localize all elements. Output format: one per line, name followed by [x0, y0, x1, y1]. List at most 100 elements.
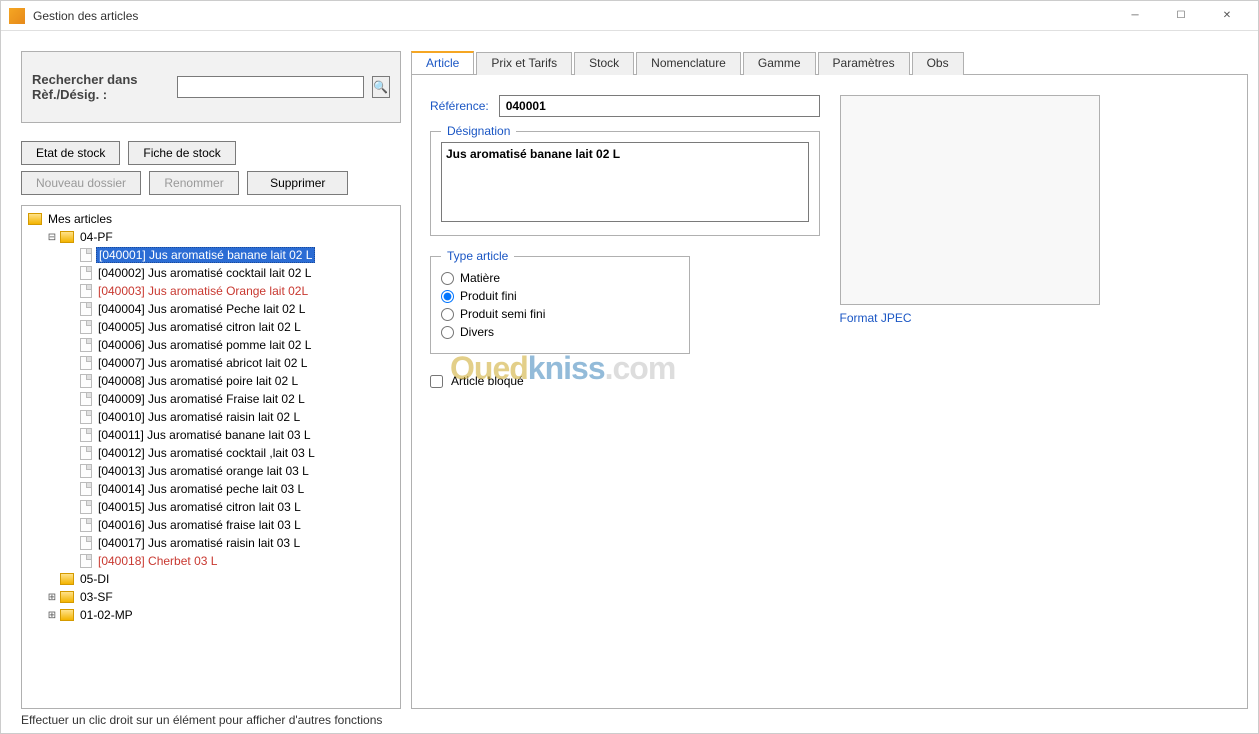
tree-node[interactable]: [040006] Jus aromatisé pomme lait 02 L [24, 336, 398, 354]
type-option-row: Divers [441, 325, 679, 339]
folder-icon [60, 609, 74, 621]
tab-obs[interactable]: Obs [912, 52, 964, 75]
reference-label: Référence: [430, 99, 489, 113]
etat-stock-button[interactable]: Etat de stock [21, 141, 120, 165]
tab-prix-et-tarifs[interactable]: Prix et Tarifs [476, 52, 572, 75]
tree-node[interactable]: [040011] Jus aromatisé banane lait 03 L [24, 426, 398, 444]
tree-node[interactable]: [040016] Jus aromatisé fraise lait 03 L [24, 516, 398, 534]
tree-node[interactable]: [040008] Jus aromatisé poire lait 02 L [24, 372, 398, 390]
tree-node[interactable]: Mes articles [24, 210, 398, 228]
tree-node[interactable]: [040004] Jus aromatisé Peche lait 02 L [24, 300, 398, 318]
tree-item-label: [040014] Jus aromatisé peche lait 03 L [96, 482, 306, 496]
tree-node[interactable]: ⊞ 01-02-MP [24, 606, 398, 624]
file-icon [80, 536, 92, 550]
tree-node[interactable]: [040005] Jus aromatisé citron lait 02 L [24, 318, 398, 336]
tree-node[interactable]: [040015] Jus aromatisé citron lait 03 L [24, 498, 398, 516]
file-icon [80, 482, 92, 496]
tree-item-label: [040002] Jus aromatisé cocktail lait 02 … [96, 266, 313, 280]
folder-icon [60, 231, 74, 243]
article-tree[interactable]: Mes articles ⊟ 04-PF [040001] Jus aromatisé… [21, 205, 401, 709]
type-option-label: Produit semi fini [460, 307, 545, 321]
search-input[interactable] [177, 76, 364, 98]
form-right: Format JPEC [840, 95, 1230, 688]
tab-gamme[interactable]: Gamme [743, 52, 816, 75]
supprimer-button[interactable]: Supprimer [247, 171, 348, 195]
tree-toggle[interactable]: ⊟ [46, 232, 58, 243]
file-icon [80, 554, 92, 568]
tree-folder-label: 01-02-MP [78, 608, 135, 622]
close-button[interactable]: ✕ [1204, 1, 1250, 31]
tabs-bar: ArticlePrix et TarifsStockNomenclatureGa… [411, 51, 1248, 75]
left-pane: Rechercher dans Rèf./Désig. : 🔍 Etat de … [21, 51, 401, 709]
type-option-label: Matière [460, 271, 500, 285]
type-option-label: Produit fini [460, 289, 517, 303]
article-bloque-row: Article bloqué [430, 374, 820, 388]
file-icon [80, 464, 92, 478]
file-icon [80, 500, 92, 514]
tab-param-tres[interactable]: Paramètres [818, 52, 910, 75]
nouveau-dossier-button[interactable]: Nouveau dossier [21, 171, 141, 195]
designation-input[interactable]: Jus aromatisé banane lait 02 L [441, 142, 809, 222]
app-window: Gestion des articles ─ ☐ ✕ Rechercher da… [0, 0, 1259, 734]
search-button[interactable]: 🔍 [372, 76, 390, 98]
tab-stock[interactable]: Stock [574, 52, 634, 75]
file-icon [80, 428, 92, 442]
window-controls: ─ ☐ ✕ [1112, 1, 1250, 31]
designation-group: Désignation Jus aromatisé banane lait 02… [430, 131, 820, 236]
tree-item-label: [040009] Jus aromatisé Fraise lait 02 L [96, 392, 307, 406]
tree-node[interactable]: [040012] Jus aromatisé cocktail ,lait 03… [24, 444, 398, 462]
tree-node[interactable]: [040009] Jus aromatisé Fraise lait 02 L [24, 390, 398, 408]
file-icon [80, 410, 92, 424]
image-preview[interactable] [840, 95, 1100, 305]
type-option-row: Produit fini [441, 289, 679, 303]
tree-node[interactable]: [040002] Jus aromatisé cocktail lait 02 … [24, 264, 398, 282]
article-bloque-checkbox[interactable] [430, 375, 443, 388]
tree-node[interactable]: ⊟ 04-PF [24, 228, 398, 246]
statusbar: Effectuer un clic droit sur un élément p… [1, 709, 1258, 733]
tree-node[interactable]: 05-DI [24, 570, 398, 588]
tree-root-label: Mes articles [46, 212, 114, 226]
tree-item-label: [040006] Jus aromatisé pomme lait 02 L [96, 338, 313, 352]
tree-item-label: [040001] Jus aromatisé banane lait 02 L [96, 247, 315, 263]
tab-nomenclature[interactable]: Nomenclature [636, 52, 741, 75]
tree-node[interactable]: ⊞03-SF [24, 588, 398, 606]
folder-icon [60, 573, 74, 585]
type-article-group: Type article MatièreProduit finiProduit … [430, 256, 690, 354]
folder-buttons-row: Nouveau dossier Renommer Supprimer [21, 171, 401, 195]
fiche-stock-button[interactable]: Fiche de stock [128, 141, 235, 165]
form-left: Référence: Désignation Jus aromatisé ban… [430, 95, 820, 688]
tree-folder-label: 04-PF [78, 230, 115, 244]
type-option-radio[interactable] [441, 272, 454, 285]
tree-item-label: [040013] Jus aromatisé orange lait 03 L [96, 464, 311, 478]
tree-node[interactable]: [040003] Jus aromatisé Orange lait 02L [24, 282, 398, 300]
reference-input[interactable] [499, 95, 820, 117]
maximize-button[interactable]: ☐ [1158, 1, 1204, 31]
tree-item-label: [040011] Jus aromatisé banane lait 03 L [96, 428, 313, 442]
search-label: Rechercher dans Rèf./Désig. : [32, 72, 169, 102]
tree-node[interactable]: [040018] Cherbet 03 L [24, 552, 398, 570]
tree-node[interactable]: [040010] Jus aromatisé raisin lait 02 L [24, 408, 398, 426]
type-option-row: Produit semi fini [441, 307, 679, 321]
article-form: Référence: Désignation Jus aromatisé ban… [411, 75, 1248, 709]
file-icon [80, 374, 92, 388]
titlebar: Gestion des articles ─ ☐ ✕ [1, 1, 1258, 31]
type-option-row: Matière [441, 271, 679, 285]
type-option-label: Divers [460, 325, 494, 339]
tree-node[interactable]: [040007] Jus aromatisé abricot lait 02 L [24, 354, 398, 372]
type-option-radio[interactable] [441, 290, 454, 303]
tree-item-label: [040015] Jus aromatisé citron lait 03 L [96, 500, 303, 514]
tree-toggle[interactable]: ⊞ [46, 610, 58, 621]
tree-node[interactable]: [040017] Jus aromatisé raisin lait 03 L [24, 534, 398, 552]
tab-article[interactable]: Article [411, 51, 474, 74]
type-option-radio[interactable] [441, 326, 454, 339]
tree-node[interactable]: [040013] Jus aromatisé orange lait 03 L [24, 462, 398, 480]
file-icon [80, 302, 92, 316]
tree-toggle[interactable]: ⊞ [46, 592, 58, 603]
minimize-button[interactable]: ─ [1112, 1, 1158, 31]
window-title: Gestion des articles [33, 9, 1112, 23]
type-option-radio[interactable] [441, 308, 454, 321]
tree-node[interactable]: [040014] Jus aromatisé peche lait 03 L [24, 480, 398, 498]
renommer-button[interactable]: Renommer [149, 171, 239, 195]
app-icon [9, 8, 25, 24]
tree-node[interactable]: [040001] Jus aromatisé banane lait 02 L [24, 246, 398, 264]
